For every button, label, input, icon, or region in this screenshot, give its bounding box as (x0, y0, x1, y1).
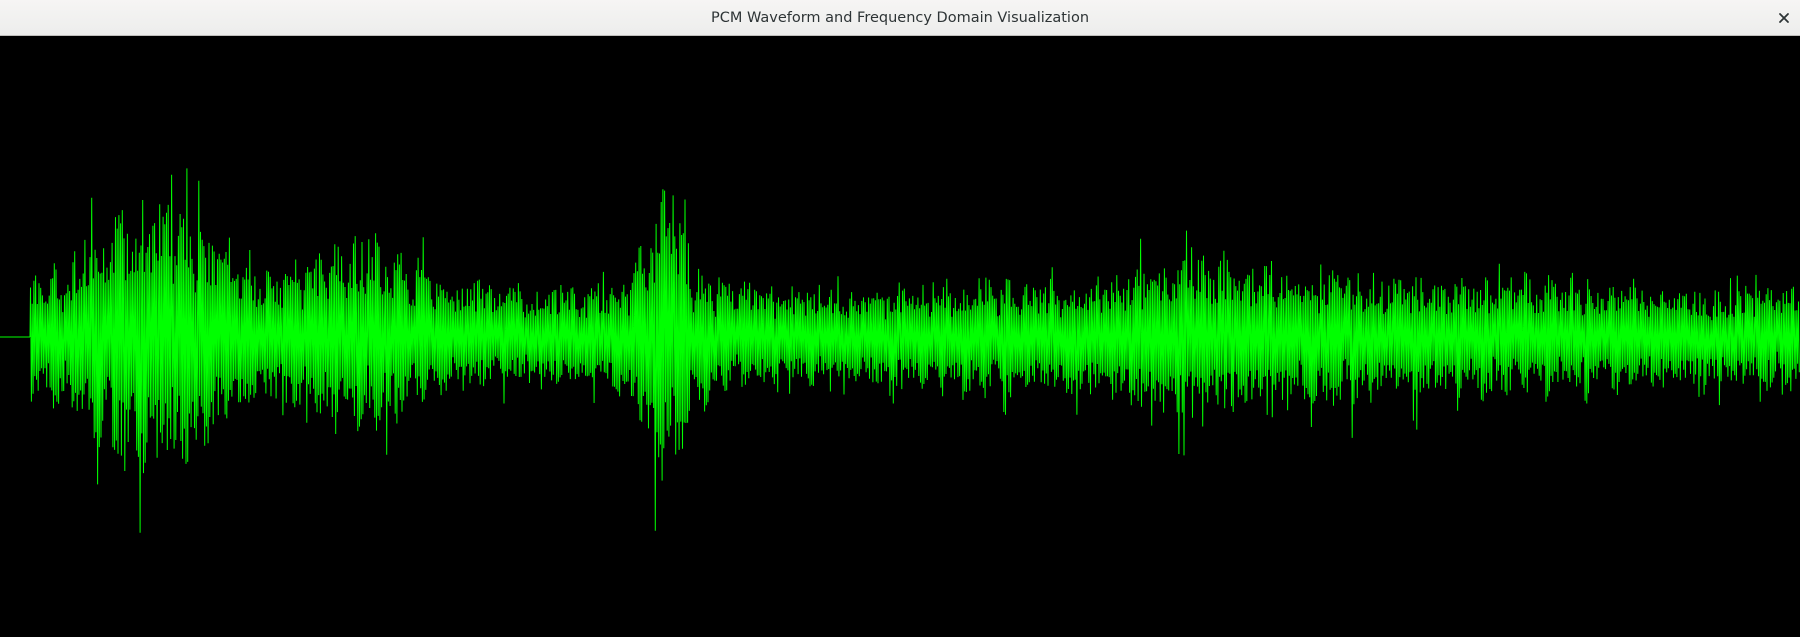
waveform-plot (0, 168, 1800, 533)
close-button[interactable] (1770, 4, 1798, 32)
app-window: PCM Waveform and Frequency Domain Visual… (0, 0, 1800, 637)
window-title: PCM Waveform and Frequency Domain Visual… (710, 10, 1090, 26)
title-bar[interactable]: PCM Waveform and Frequency Domain Visual… (0, 0, 1800, 36)
close-icon (1778, 12, 1790, 24)
waveform-line (29, 168, 1800, 533)
waveform-canvas (0, 36, 1800, 637)
